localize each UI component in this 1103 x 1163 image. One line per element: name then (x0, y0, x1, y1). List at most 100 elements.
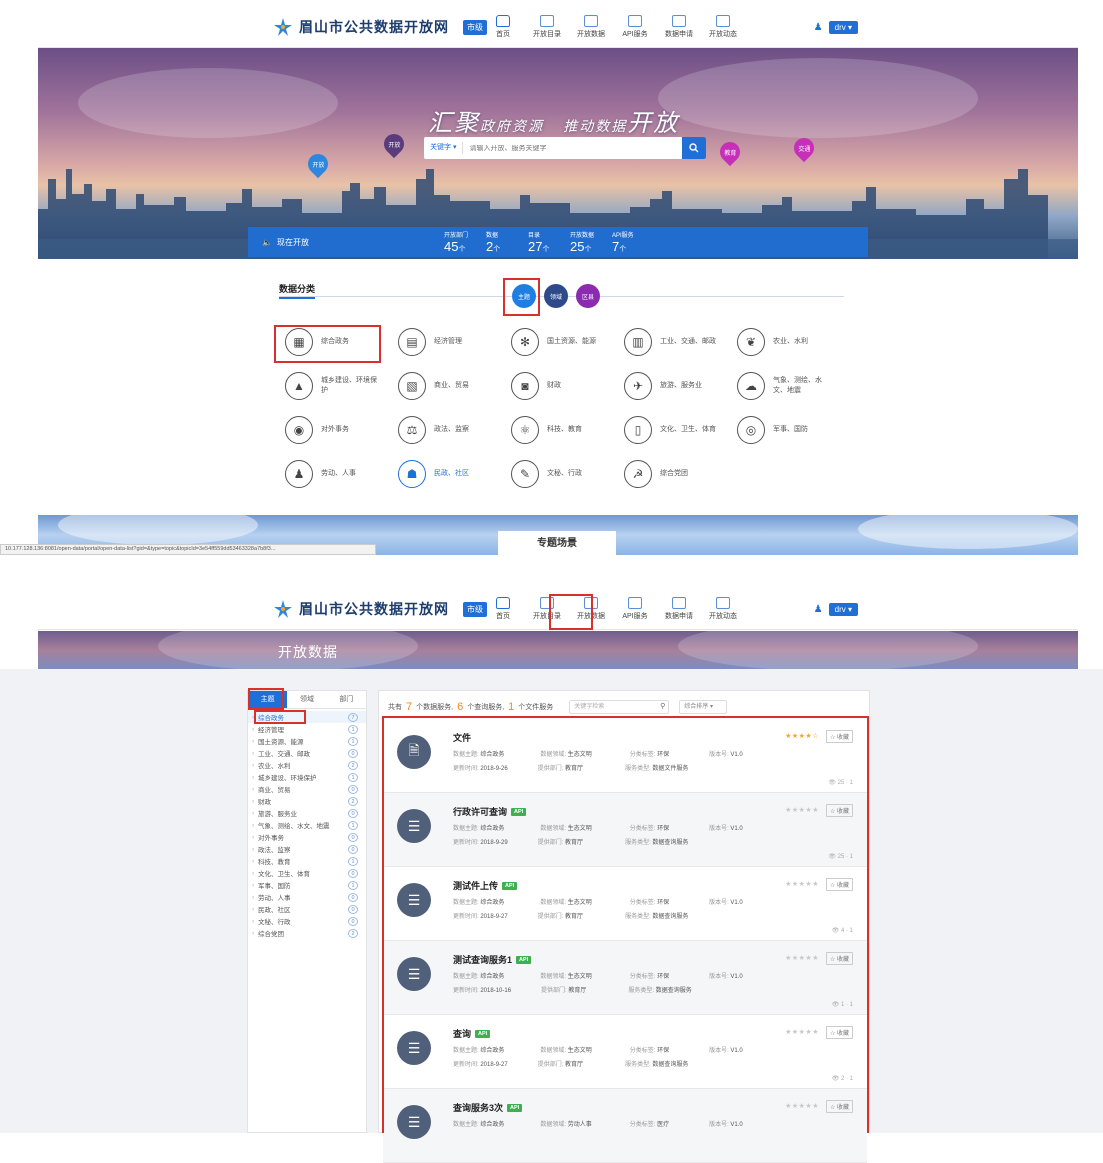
category-item[interactable]: ▤ 经济管理 (398, 327, 511, 357)
nav-home[interactable]: 首页 (481, 596, 525, 627)
category-label: 文秘、行政 (547, 470, 582, 477)
stat-api: API服务 7个 (612, 233, 634, 254)
sidebar-item[interactable]: 民政、社区 0 (248, 903, 366, 915)
category-item[interactable]: ❦ 农业、水利 (737, 327, 850, 357)
sidebar-item-count: 0 (348, 748, 358, 758)
sidebar-item[interactable]: 军事、国防 1 (248, 879, 366, 891)
category-item[interactable]: ◙ 财政 (511, 371, 624, 401)
apply-icon (672, 597, 686, 609)
sidebar-item[interactable]: 文化、卫生、体育 0 (248, 867, 366, 879)
category-label: 经济管理 (434, 338, 462, 345)
category-item[interactable]: ▲ 城乡建设、环境保护 (285, 371, 398, 401)
sidebar-item[interactable]: 政法、监察 0 (248, 843, 366, 855)
category-label: 政法、监察 (434, 426, 469, 433)
category-icon: ⚛ (511, 416, 539, 444)
side-tab-department[interactable]: 部门 (327, 691, 366, 708)
sort-select[interactable]: 综合排序 ▾ (679, 700, 728, 714)
sidebar-item[interactable]: 经济管理 1 (248, 723, 366, 735)
sidebar-item-count: 7 (348, 712, 358, 722)
scene-title[interactable]: 专题场景 (498, 531, 616, 555)
category-item[interactable]: ✈ 旅游、服务业 (624, 371, 737, 401)
sidebar-item-count: 0 (348, 916, 358, 926)
sidebar-item[interactable]: 城乡建设、环境保护 1 (248, 771, 366, 783)
nav-open-data[interactable]: 开放数据 (569, 14, 613, 45)
nav-catalog[interactable]: 开放目录 (525, 14, 569, 45)
cloud-decoration (858, 515, 1078, 549)
nav-api[interactable]: API服务 (613, 14, 657, 45)
sidebar-item-count: 1 (348, 724, 358, 734)
category-label: 气象、测绘、水文、地震 (773, 377, 822, 394)
category-item[interactable]: ◎ 军事、国防 (737, 415, 850, 445)
stat-catalog: 目录 27个 (528, 233, 550, 254)
category-icon: ◎ (737, 416, 765, 444)
category-item[interactable]: ✎ 文秘、行政 (511, 459, 624, 489)
sidebar-item[interactable]: 旅游、服务业 0 (248, 807, 366, 819)
sidebar-item[interactable]: 综合党团 2 (248, 927, 366, 939)
sidebar-item[interactable]: 商业、贸易 0 (248, 783, 366, 795)
category-item[interactable]: ☁ 气象、测绘、水文、地震 (737, 371, 850, 401)
sidebar-item-label: 经济管理 (258, 727, 284, 734)
cloud-decoration (78, 68, 338, 138)
user-menu-button[interactable]: drv ▾ (828, 21, 858, 34)
category-icon: ▤ (398, 328, 426, 356)
category-label: 财政 (547, 382, 561, 389)
category-icon: ⚖ (398, 416, 426, 444)
sidebar-item-label: 劳动、人事 (258, 895, 291, 902)
category-label: 对外事务 (321, 426, 349, 433)
category-item[interactable]: ⚛ 科技、教育 (511, 415, 624, 445)
category-item[interactable]: ☗ 民政、社区 (398, 459, 511, 489)
category-item[interactable]: ✻ 国土资源、能源 (511, 327, 624, 357)
sidebar-item[interactable]: 劳动、人事 0 (248, 891, 366, 903)
sidebar-item[interactable]: 气象、测绘、水文、地震 1 (248, 819, 366, 831)
sidebar-list: 综合政务7经济管理1国土资源、能源1工业、交通、邮政0农业、水利2城乡建设、环境… (248, 709, 366, 941)
category-icon: ✎ (511, 460, 539, 488)
sidebar-item-count: 1 (348, 820, 358, 830)
user-icon[interactable]: ♟ (814, 604, 823, 615)
category-label: 军事、国防 (773, 426, 808, 433)
search-icon[interactable]: ⚲ (660, 701, 665, 713)
sidebar-item-count: 0 (348, 832, 358, 842)
sidebar-item[interactable]: 文秘、行政 0 (248, 915, 366, 927)
sidebar-item[interactable]: 科技、教育 1 (248, 855, 366, 867)
side-tab-domain[interactable]: 领域 (287, 691, 326, 708)
nav-api[interactable]: API服务 (613, 596, 657, 627)
user-menu-button[interactable]: drv ▾ (828, 603, 858, 616)
site-logo[interactable]: 眉山市公共数据开放网 市级 (273, 599, 487, 619)
sidebar-item[interactable]: 财政 2 (248, 795, 366, 807)
category-item[interactable]: ♟ 劳动、人事 (285, 459, 398, 489)
highlight-box (254, 710, 306, 724)
category-label: 文化、卫生、体育 (660, 426, 716, 433)
keyword-filter-input[interactable]: 关键字检索 ⚲ (569, 700, 670, 714)
category-sidebar: 主题 领域 部门 综合政务7经济管理1国土资源、能源1工业、交通、邮政0农业、水… (247, 690, 367, 1133)
category-item[interactable]: ▥ 工业、交通、邮政 (624, 327, 737, 357)
sidebar-item[interactable]: 农业、水利 2 (248, 759, 366, 771)
category-icon: ▧ (398, 372, 426, 400)
home-icon (496, 15, 510, 27)
category-label: 民政、社区 (434, 470, 469, 477)
tab-domain[interactable]: 领域 (544, 284, 568, 308)
sidebar-item[interactable]: 国土资源、能源 1 (248, 735, 366, 747)
highlight-box (382, 716, 869, 1133)
category-label: 科技、教育 (547, 426, 582, 433)
sidebar-item-count: 1 (348, 772, 358, 782)
sidebar-item[interactable]: 工业、交通、邮政 0 (248, 747, 366, 759)
nav-apply[interactable]: 数据申请 (657, 596, 701, 627)
sidebar-item[interactable]: 对外事务 0 (248, 831, 366, 843)
sidebar-item-label: 旅游、服务业 (258, 811, 297, 818)
category-item[interactable]: ◉ 对外事务 (285, 415, 398, 445)
nav-home[interactable]: 首页 (481, 14, 525, 45)
nav-news[interactable]: 开放动态 (701, 596, 745, 627)
tab-district[interactable]: 区县 (576, 284, 600, 308)
sidebar-item-label: 民政、社区 (258, 907, 291, 914)
sidebar-item-label: 国土资源、能源 (258, 739, 304, 746)
category-item[interactable]: ☭ 综合党团 (624, 459, 737, 489)
category-item[interactable]: ▧ 商业、贸易 (398, 371, 511, 401)
site-logo[interactable]: 眉山市公共数据开放网 市级 (273, 17, 487, 37)
nav-apply[interactable]: 数据申请 (657, 14, 701, 45)
user-icon[interactable]: ♟ (814, 22, 823, 33)
category-item[interactable]: ▯ 文化、卫生、体育 (624, 415, 737, 445)
sidebar-item-count: 2 (348, 928, 358, 938)
category-icon: ✻ (511, 328, 539, 356)
category-item[interactable]: ⚖ 政法、监察 (398, 415, 511, 445)
nav-news[interactable]: 开放动态 (701, 14, 745, 45)
